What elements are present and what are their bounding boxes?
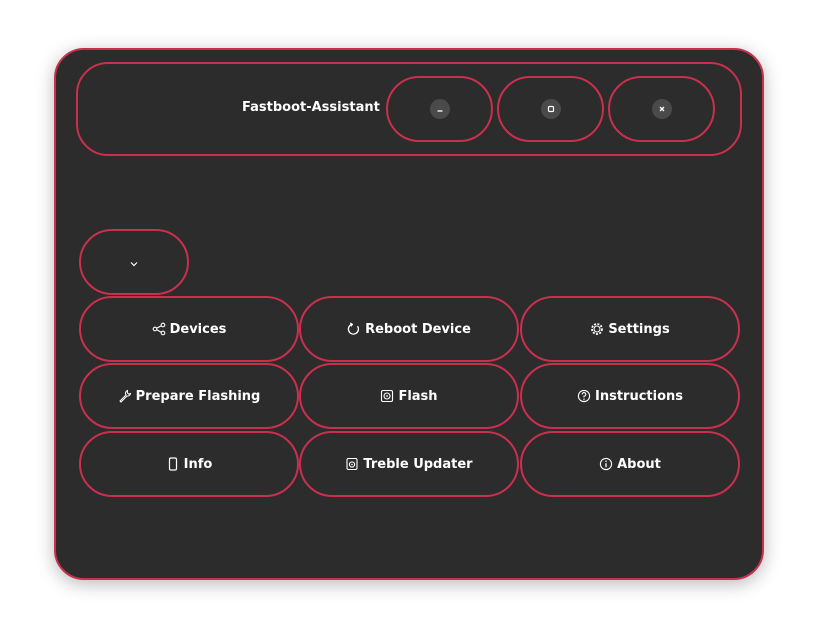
share-nodes-icon: [152, 322, 166, 336]
menu-dropdown-button[interactable]: [79, 229, 189, 295]
disk-icon: [345, 457, 359, 471]
phone-icon: [166, 457, 180, 471]
instructions-label: Instructions: [594, 388, 683, 404]
info-button[interactable]: Info: [79, 431, 299, 497]
reload-icon: [347, 322, 361, 336]
treble-updater-button[interactable]: Treble Updater: [299, 431, 519, 497]
minimize-button[interactable]: [386, 76, 493, 142]
settings-label: Settings: [608, 321, 670, 337]
help-icon: [577, 389, 591, 403]
reboot-device-label: Reboot Device: [365, 321, 471, 337]
devices-button[interactable]: Devices: [79, 296, 299, 362]
chevron-down-icon: [129, 253, 139, 272]
about-button[interactable]: About: [520, 431, 740, 497]
info-icon: [599, 457, 613, 471]
reboot-device-button[interactable]: Reboot Device: [299, 296, 519, 362]
devices-label: Devices: [169, 321, 227, 337]
about-label: About: [617, 456, 661, 472]
settings-button[interactable]: Settings: [520, 296, 740, 362]
maximize-button[interactable]: [497, 76, 604, 142]
flash-label: Flash: [398, 388, 438, 404]
prepare-flashing-button[interactable]: Prepare Flashing: [79, 363, 299, 429]
close-icon: [651, 99, 672, 119]
wrench-icon: [118, 389, 132, 403]
minimize-icon: [429, 99, 450, 119]
flash-button[interactable]: Flash: [299, 363, 519, 429]
info-label: Info: [183, 456, 213, 472]
gear-icon: [590, 322, 604, 336]
close-button[interactable]: [608, 76, 715, 142]
treble-updater-label: Treble Updater: [363, 456, 473, 472]
instructions-button[interactable]: Instructions: [520, 363, 740, 429]
drive-icon: [380, 389, 394, 403]
maximize-icon: [540, 99, 561, 119]
prepare-flashing-label: Prepare Flashing: [135, 388, 261, 404]
window-title: Fastboot-Assistant: [242, 100, 380, 115]
